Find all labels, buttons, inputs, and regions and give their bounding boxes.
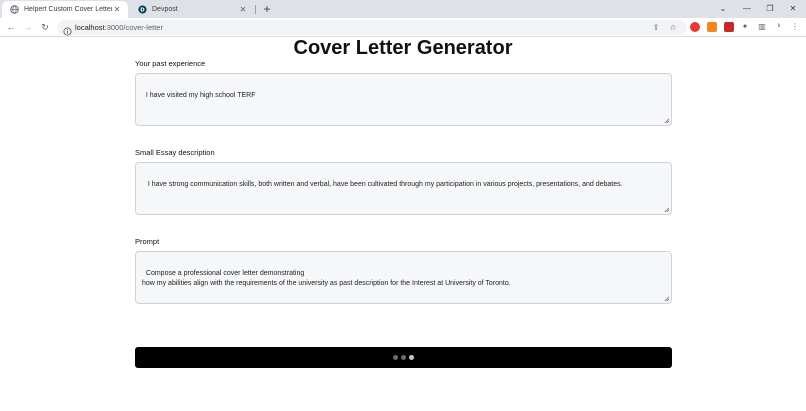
resize-handle-icon[interactable] [664, 207, 669, 212]
close-window-icon[interactable]: ✕ [786, 2, 800, 16]
browser-toolbar: ← → ↻ localhost:3000/cover-letter ⇪ ☆ ✦ … [0, 18, 806, 37]
address-bar[interactable]: localhost:3000/cover-letter ⇪ ☆ [57, 20, 687, 36]
close-icon[interactable]: ✕ [238, 5, 248, 15]
minimize-icon[interactable]: — [740, 2, 754, 16]
close-icon[interactable]: ✕ [112, 5, 122, 15]
url-path: :3000/cover-letter [104, 23, 163, 32]
url-host: localhost [75, 23, 105, 32]
past-experience-textarea[interactable]: I have visited my high school TERF [135, 73, 672, 126]
essay-description-value: I have strong communication skills, both… [145, 180, 623, 188]
essay-description-textarea[interactable]: I have strong communication skills, both… [135, 162, 672, 215]
extension-icon[interactable] [690, 22, 700, 32]
profile-icon[interactable]: ᵏ [774, 22, 784, 32]
star-icon[interactable]: ☆ [668, 23, 678, 33]
tab-divider [255, 5, 256, 14]
tab-title: Devpost [152, 6, 178, 13]
sidebar-icon[interactable]: ▥ [757, 22, 767, 32]
prompt-value: Compose a professional cover letter demo… [142, 269, 511, 288]
devpost-icon: D [138, 5, 147, 14]
plus-icon[interactable]: + [261, 2, 273, 16]
kebab-menu-icon[interactable]: ⋮ [790, 22, 800, 32]
back-icon[interactable]: ← [5, 21, 17, 33]
globe-icon [10, 5, 19, 14]
reload-icon[interactable]: ↻ [39, 21, 51, 33]
url-text: localhost:3000/cover-letter [75, 23, 163, 32]
field-label-prompt: Prompt [135, 237, 160, 246]
share-icon[interactable]: ⇪ [651, 23, 661, 33]
svg-text:D: D [140, 7, 145, 13]
extension-icon[interactable] [724, 22, 734, 32]
field-label-essay-description: Small Essay description [135, 148, 215, 157]
metamask-icon[interactable] [707, 22, 717, 32]
tab-title: Helpert Custom Cover Letter [24, 6, 112, 13]
tab-devpost[interactable]: D Devpost ✕ [130, 1, 254, 18]
page-title: Cover Letter Generator [293, 37, 513, 59]
loading-dot [393, 355, 398, 360]
loading-dot [401, 355, 406, 360]
past-experience-value: I have visited my high school TERF [145, 91, 256, 99]
field-label-past-experience: Your past experience [135, 59, 206, 68]
resize-handle-icon[interactable] [664, 118, 669, 123]
puzzle-icon[interactable]: ✦ [740, 22, 750, 32]
forward-icon[interactable]: → [22, 21, 34, 33]
tab-strip: Helpert Custom Cover Letter ✕ D Devpost … [0, 0, 806, 18]
info-icon[interactable] [63, 23, 72, 36]
generate-button[interactable] [135, 347, 672, 368]
tab-helpert[interactable]: Helpert Custom Cover Letter ✕ [2, 1, 128, 18]
loading-dot [409, 355, 414, 360]
resize-handle-icon[interactable] [664, 296, 669, 301]
chevron-down-icon[interactable]: ⌄ [716, 2, 730, 16]
restore-icon[interactable]: ❐ [763, 2, 777, 16]
prompt-textarea[interactable]: Compose a professional cover letter demo… [135, 251, 672, 304]
